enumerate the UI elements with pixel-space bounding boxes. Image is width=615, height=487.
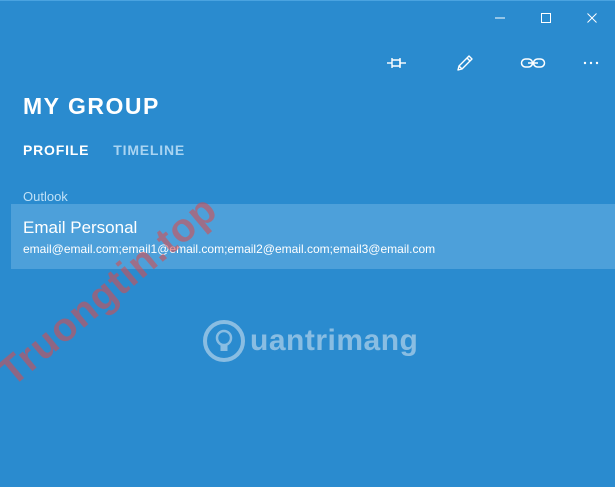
section-label-outlook: Outlook (23, 189, 68, 204)
pin-icon (387, 58, 406, 68)
minimize-button[interactable] (477, 1, 523, 35)
window-controls (477, 1, 615, 35)
tab-profile[interactable]: PROFILE (23, 142, 89, 158)
contact-toolbar (363, 45, 615, 81)
maximize-button[interactable] (523, 1, 569, 35)
people-app-window: MY GROUP PROFILE TIMELINE Outlook Email … (0, 0, 615, 487)
contact-emails: email@email.com;email1@email.com;email2@… (23, 242, 436, 256)
watermark-logo-text: uantrimang (250, 324, 419, 357)
pin-button[interactable] (363, 45, 431, 81)
close-button[interactable] (569, 1, 615, 35)
more-button[interactable] (567, 45, 615, 81)
more-icon (583, 61, 599, 65)
contact-name: Email Personal (23, 218, 138, 237)
contact-list-item[interactable]: Email Personal email@email.com;email1@em… (11, 204, 615, 269)
edit-button[interactable] (431, 45, 499, 81)
watermark-logo: uantrimang (202, 319, 418, 363)
profile-tabs: PROFILE TIMELINE (23, 142, 185, 158)
close-icon (587, 13, 597, 23)
pencil-icon (457, 55, 473, 71)
lightbulb-logo-icon (203, 320, 245, 362)
group-title: MY GROUP (23, 93, 160, 119)
maximize-icon (541, 13, 551, 23)
link-contacts-button[interactable] (499, 45, 567, 81)
link-icon (520, 58, 546, 68)
tab-timeline[interactable]: TIMELINE (113, 142, 185, 158)
minimize-icon (495, 17, 505, 19)
